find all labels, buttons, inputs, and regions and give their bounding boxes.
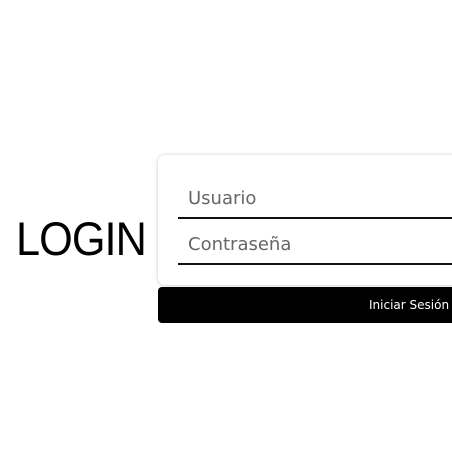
password-input[interactable] (178, 225, 452, 265)
username-input[interactable] (178, 179, 452, 219)
login-form-card (158, 155, 452, 285)
login-submit-button[interactable]: Iniciar Sesión (158, 287, 452, 323)
login-title: LOGIN (16, 212, 147, 265)
login-page: LOGIN Iniciar Sesión (0, 0, 452, 476)
